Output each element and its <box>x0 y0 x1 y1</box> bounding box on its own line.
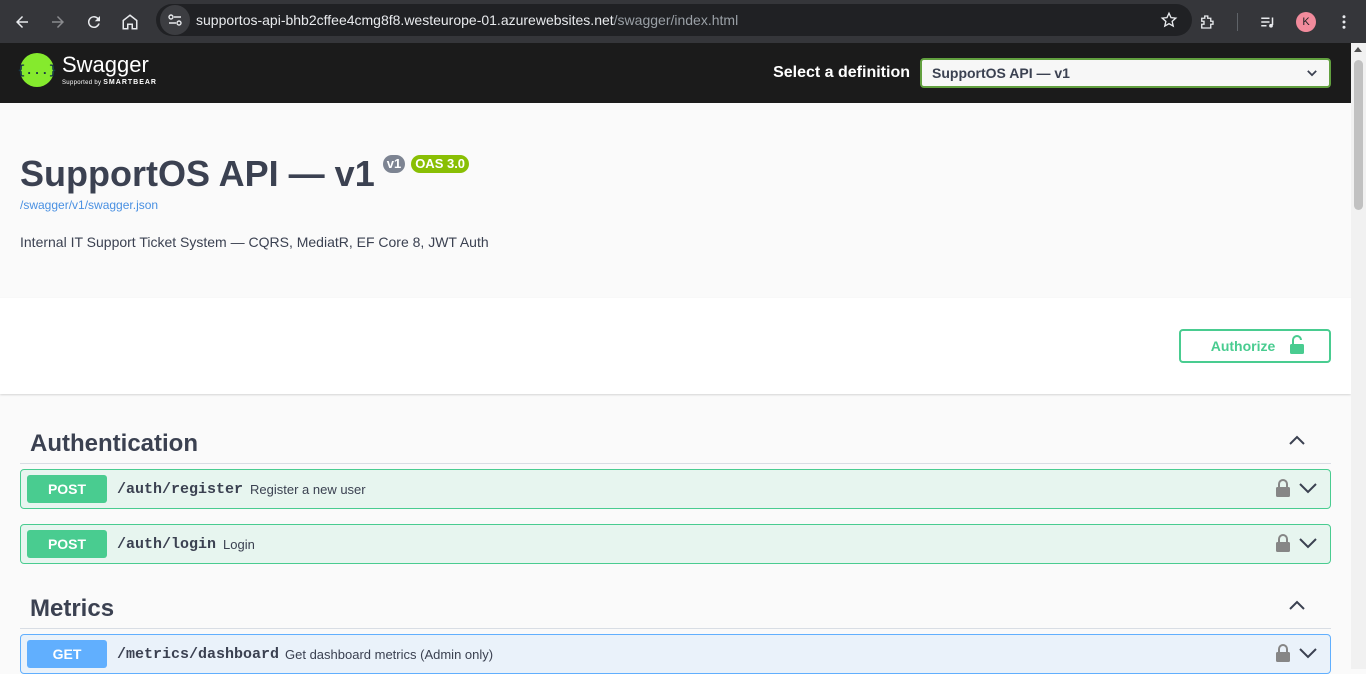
star-icon[interactable] <box>1160 11 1178 34</box>
definition-select[interactable]: SupportOS API — v1 <box>920 58 1331 88</box>
extensions-icon[interactable] <box>1189 4 1225 40</box>
swagger-json-link[interactable]: /swagger/v1/swagger.json <box>20 198 158 212</box>
unlock-icon <box>1289 334 1305 358</box>
scrollbar-thumb[interactable] <box>1354 60 1363 210</box>
operation-path: /metrics/dashboard <box>117 646 280 663</box>
lock-icon[interactable] <box>1276 644 1290 667</box>
url-host: supportos-api-bhb2cffee4cmg8f8.westeurop… <box>196 12 614 28</box>
page-title: SupportOS API — v1 v1 OAS 3.0 <box>20 153 470 195</box>
lock-icon[interactable] <box>1276 534 1290 557</box>
logo-subtitle: Supported by SMARTBEAR <box>62 79 157 86</box>
url-text: supportos-api-bhb2cffee4cmg8f8.westeurop… <box>196 12 738 28</box>
definition-selected-value: SupportOS API — v1 <box>932 65 1070 81</box>
site-info-icon[interactable] <box>160 5 190 35</box>
swagger-topbar: {...} Swagger Supported by SMARTBEAR Sel… <box>0 43 1351 103</box>
browser-actions: K <box>1189 0 1366 43</box>
authorize-label: Authorize <box>1210 338 1276 354</box>
api-title: SupportOS API — v1 <box>20 153 375 194</box>
logo-title: Swagger <box>62 52 149 77</box>
tag-title: Metrics <box>30 595 115 622</box>
operation-summary: Get dashboard metrics (Admin only) <box>285 647 494 662</box>
reload-icon[interactable] <box>76 4 112 40</box>
address-bar[interactable]: supportos-api-bhb2cffee4cmg8f8.westeurop… <box>156 4 1192 36</box>
method-badge: POST <box>27 530 107 558</box>
chevron-down-icon[interactable] <box>1298 645 1318 666</box>
operation-summary: Login <box>223 537 255 552</box>
scroll-up-arrow[interactable] <box>1354 47 1362 52</box>
version-badge: v1 <box>382 155 406 173</box>
browser-toolbar: supportos-api-bhb2cffee4cmg8f8.westeurop… <box>0 0 1366 43</box>
page-scrollbar[interactable] <box>1351 43 1366 669</box>
method-badge: GET <box>27 640 107 668</box>
tag-authentication[interactable]: Authentication <box>20 420 1331 464</box>
tag-metrics[interactable]: Metrics <box>20 585 1331 629</box>
media-controls-icon[interactable] <box>1250 4 1286 40</box>
authorize-button[interactable]: Authorize <box>1179 329 1331 363</box>
chevron-up-icon[interactable] <box>1287 430 1307 455</box>
scheme-container: Authorize <box>0 298 1351 394</box>
chevron-down-icon[interactable] <box>1298 535 1318 556</box>
profile-avatar[interactable]: K <box>1296 11 1316 32</box>
operation-post-auth-login[interactable]: POST /auth/login Login <box>20 524 1331 564</box>
home-icon[interactable] <box>112 4 148 40</box>
chevron-up-icon[interactable] <box>1287 595 1307 620</box>
method-badge: POST <box>27 475 107 503</box>
operation-summary: Register a new user <box>250 482 366 497</box>
oas-badge: OAS 3.0 <box>411 155 470 173</box>
chevron-down-icon <box>1305 66 1319 83</box>
more-menu-icon[interactable] <box>1326 4 1362 40</box>
url-path: /swagger/index.html <box>613 12 739 28</box>
definition-label: Select a definition <box>773 64 910 81</box>
operation-post-auth-register[interactable]: POST /auth/register Register a new user <box>20 469 1331 509</box>
lock-icon[interactable] <box>1276 479 1290 502</box>
toolbar-divider <box>1237 12 1238 31</box>
swagger-logo[interactable]: {...} Swagger Supported by SMARTBEAR <box>18 52 157 87</box>
api-info: SupportOS API — v1 v1 OAS 3.0 /swagger/v… <box>0 103 1351 298</box>
swagger-logo-icon: {...} <box>18 53 57 87</box>
forward-arrow-icon[interactable] <box>40 4 76 40</box>
back-arrow-icon[interactable] <box>4 4 40 40</box>
tag-title: Authentication <box>30 430 198 457</box>
api-description: Internal IT Support Ticket System — CQRS… <box>20 234 489 250</box>
operation-path: /auth/login <box>117 536 217 553</box>
chevron-down-icon[interactable] <box>1298 480 1318 501</box>
operation-get-metrics-dashboard[interactable]: GET /metrics/dashboard Get dashboard met… <box>20 634 1331 674</box>
operation-path: /auth/register <box>117 481 244 498</box>
